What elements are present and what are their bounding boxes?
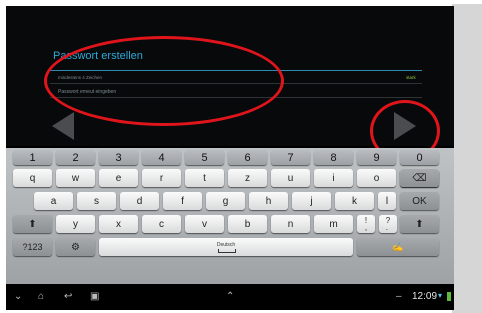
annotation-circle [44,36,284,126]
backspace-key[interactable]: ⌫ [400,169,439,187]
wifi-icon: ▾ [438,291,443,300]
key-o[interactable]: o [357,169,396,187]
key-t[interactable]: t [185,169,224,187]
key-s[interactable]: s [77,192,116,210]
back-icon[interactable]: ↩ [64,290,72,304]
key-2[interactable]: 2 [56,150,95,165]
key-z[interactable]: z [228,169,267,187]
hide-keyboard-icon[interactable]: ⌄ [14,290,22,304]
key-b[interactable]: b [228,215,267,233]
key-n[interactable]: n [271,215,310,233]
key-quest-period[interactable]: ? . [379,215,397,233]
key-f[interactable]: f [163,192,202,210]
key-v[interactable]: v [185,215,224,233]
key-7[interactable]: 7 [271,150,310,165]
backspace-icon: ⌫ [412,172,427,184]
key-x[interactable]: x [99,215,138,233]
right-panel [452,4,482,313]
key-m[interactable]: m [314,215,353,233]
strength-indicator: stark [406,75,416,80]
settings-key[interactable]: ⚙ [56,238,95,256]
gear-icon: ⚙ [71,241,80,253]
key-a[interactable]: a [34,192,73,210]
symbols-key[interactable]: ?123 [13,238,52,256]
shift-key-left[interactable]: ⬆ [13,215,52,233]
password-setup-screen: Passwort erstellen mindestens 4 Zeichen … [6,6,454,162]
key-l[interactable]: l [378,192,396,210]
key-excl-comma[interactable]: ! , [357,215,375,233]
key-5[interactable]: 5 [185,150,224,165]
key-0[interactable]: 0 [400,150,439,165]
system-bar: ⌄ ⌂ ↩ ▣ ⌃ – 12:09 ▾ [6,286,454,310]
home-icon[interactable]: ⌂ [38,290,44,304]
recent-apps-icon[interactable]: ▣ [90,290,99,304]
key-g[interactable]: g [206,192,245,210]
key-d[interactable]: d [120,192,159,210]
key-i[interactable]: i [314,169,353,187]
on-screen-keyboard: 1 2 3 4 5 6 7 8 9 0 q w e r t z u i o p … [6,148,454,284]
shift-key-right[interactable]: ⬆ [400,215,439,233]
key-8[interactable]: 8 [314,150,353,165]
space-language-label: Deutsch [216,242,236,248]
back-arrow-icon[interactable] [52,112,74,140]
ok-key[interactable]: OK [400,192,439,210]
key-r[interactable]: r [142,169,181,187]
key-h[interactable]: h [249,192,288,210]
battery-icon [447,292,451,301]
clock: 12:09 [412,291,438,302]
key-4[interactable]: 4 [142,150,181,165]
space-icon [218,249,236,253]
key-c[interactable]: c [142,215,181,233]
key-y[interactable]: y [56,215,95,233]
handwriting-key[interactable]: ✍ [357,238,439,256]
key-1[interactable]: 1 [13,150,52,165]
key-3[interactable]: 3 [99,150,138,165]
handwriting-icon: ✍ [392,241,404,252]
space-key[interactable]: Deutsch [99,238,353,256]
shift-icon: ⬆ [415,218,424,230]
key-k[interactable]: k [335,192,374,210]
up-chevron-icon[interactable]: ⌃ [226,290,234,304]
minus-icon: – [396,291,402,302]
key-u[interactable]: u [271,169,310,187]
key-j[interactable]: j [292,192,331,210]
shift-icon: ⬆ [28,218,37,230]
key-e[interactable]: e [99,169,138,187]
key-6[interactable]: 6 [228,150,267,165]
key-9[interactable]: 9 [357,150,396,165]
tablet-screen: Passwort erstellen mindestens 4 Zeichen … [6,6,454,310]
key-q[interactable]: q [13,169,52,187]
key-w[interactable]: w [56,169,95,187]
